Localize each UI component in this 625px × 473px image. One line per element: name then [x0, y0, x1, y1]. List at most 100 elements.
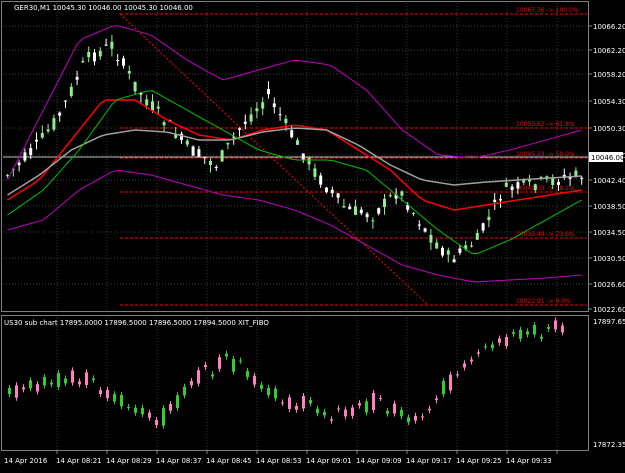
candle-body: [458, 248, 462, 253]
time-label: 14 Apr 08:45: [206, 457, 252, 465]
sub-candle-body: [204, 364, 207, 368]
sub-price-bottom: 17872.35: [593, 441, 625, 449]
sub-candle-body: [428, 408, 431, 411]
candle-body: [533, 184, 537, 191]
candle-body: [371, 220, 375, 222]
time-label: 14 Apr 09:33: [506, 457, 552, 465]
candle-body: [209, 160, 212, 166]
sub-candle-body: [309, 399, 312, 404]
price-label: 10030.50: [593, 255, 625, 263]
sub-candle-body: [561, 325, 564, 333]
sub-candle-body: [50, 382, 53, 385]
sub-candle-body: [197, 370, 200, 384]
sub-chart-frame: [1, 315, 589, 451]
chart-window[interactable]: 14 Apr 2016 14 Apr 08:21 14 Apr 08:29 14 Ap…: [0, 0, 625, 469]
candle-body: [69, 86, 73, 96]
sub-candle-body: [169, 403, 172, 411]
sub-candle-body: [71, 370, 74, 383]
candle-body: [272, 103, 276, 108]
sub-candle-body: [393, 403, 396, 414]
candle-body: [6, 174, 9, 176]
sub-candle-body: [519, 329, 522, 339]
candle-body: [342, 206, 346, 208]
candle-body: [93, 52, 96, 62]
candle-body: [580, 177, 584, 179]
candle-body: [17, 162, 21, 166]
candle-body: [412, 213, 415, 215]
sub-candle-body: [512, 332, 515, 334]
sub-candle-body: [540, 336, 543, 339]
sub-candle-body: [295, 405, 298, 410]
time-label: 14 Apr 08:21: [56, 457, 102, 465]
candle-body: [383, 198, 386, 208]
candle-body: [551, 177, 555, 185]
candle-body: [330, 189, 334, 194]
candle-body: [220, 150, 224, 162]
candle-body: [185, 140, 189, 145]
sub-candle-body: [141, 407, 144, 415]
sub-candle-body: [106, 389, 109, 399]
price-label: 10066.20: [593, 23, 625, 31]
sub-candle-body: [470, 359, 473, 362]
candle-body: [46, 129, 50, 132]
fibo-label: 10050.62 -> 61.8%: [516, 121, 575, 128]
sub-candle-body: [239, 360, 242, 362]
sub-candle-body: [526, 331, 529, 335]
sub-candle-body: [78, 381, 81, 385]
sub-candle-body: [498, 338, 501, 343]
sub-candle-body: [554, 320, 557, 330]
candle-body: [400, 191, 404, 196]
sub-candle-body: [337, 408, 340, 410]
sub-candle-body: [414, 415, 417, 421]
current-price-label: 10046.00: [591, 154, 624, 162]
time-label: 14 Apr 08:29: [106, 457, 152, 465]
sub-candle-body: [225, 353, 228, 357]
candle-body: [423, 228, 427, 232]
sub-candle-body: [274, 388, 277, 399]
sub-candle-body: [351, 407, 354, 416]
sub-candle-body: [400, 409, 403, 417]
candle-body: [255, 108, 259, 112]
candle-body: [98, 50, 102, 57]
candle-body: [441, 247, 444, 256]
candles: [6, 34, 584, 263]
candle-body: [475, 233, 479, 240]
candle-body: [336, 193, 340, 198]
candle-body: [574, 170, 578, 177]
sub-candle-body: [386, 410, 389, 414]
candle-body: [481, 223, 485, 231]
chart-canvas[interactable]: 14 Apr 2016 14 Apr 08:21 14 Apr 08:29 14 Ap…: [0, 0, 625, 469]
time-label: 14 Apr 08:37: [156, 457, 202, 465]
candle-body: [354, 206, 357, 215]
sub-candle-body: [288, 397, 291, 410]
candle-body: [81, 61, 85, 63]
signal-line: [7, 90, 582, 255]
sub-candle-body: [491, 344, 494, 349]
sub-candle-body: [330, 419, 333, 421]
time-label: 14 Apr 09:17: [406, 457, 452, 465]
time-label: 14 Apr 08:53: [256, 457, 302, 465]
moving-average-slow: [7, 127, 582, 196]
sub-candle-body: [85, 372, 88, 385]
candle-body: [359, 209, 363, 214]
sub-candle-body: [547, 327, 550, 329]
candle-body: [162, 122, 166, 126]
candle-body: [504, 182, 508, 187]
sub-candle-body: [421, 416, 424, 418]
sub-candle-body: [379, 397, 382, 399]
sub-candle-body: [533, 325, 536, 335]
sub-candle-body: [484, 346, 487, 348]
fibo-levels: 10067.76 -> 100.0%10050.62 -> 61.8%10045…: [120, 7, 587, 306]
candle-body: [238, 128, 241, 130]
candle-body: [116, 60, 120, 62]
sub-candle-body: [463, 363, 466, 368]
symbol-timeframe: GER30,M1: [14, 4, 51, 12]
candle-body: [557, 181, 560, 185]
sub-candle-body: [36, 384, 39, 392]
sub-candle-body: [449, 374, 452, 391]
candle-body: [29, 147, 33, 156]
candle-body: [203, 157, 207, 159]
sub-chart-header: US30 sub chart 17895.0000 17896.5000 178…: [4, 319, 269, 327]
sub-candles: [8, 317, 564, 429]
sub-candle-body: [8, 387, 11, 395]
